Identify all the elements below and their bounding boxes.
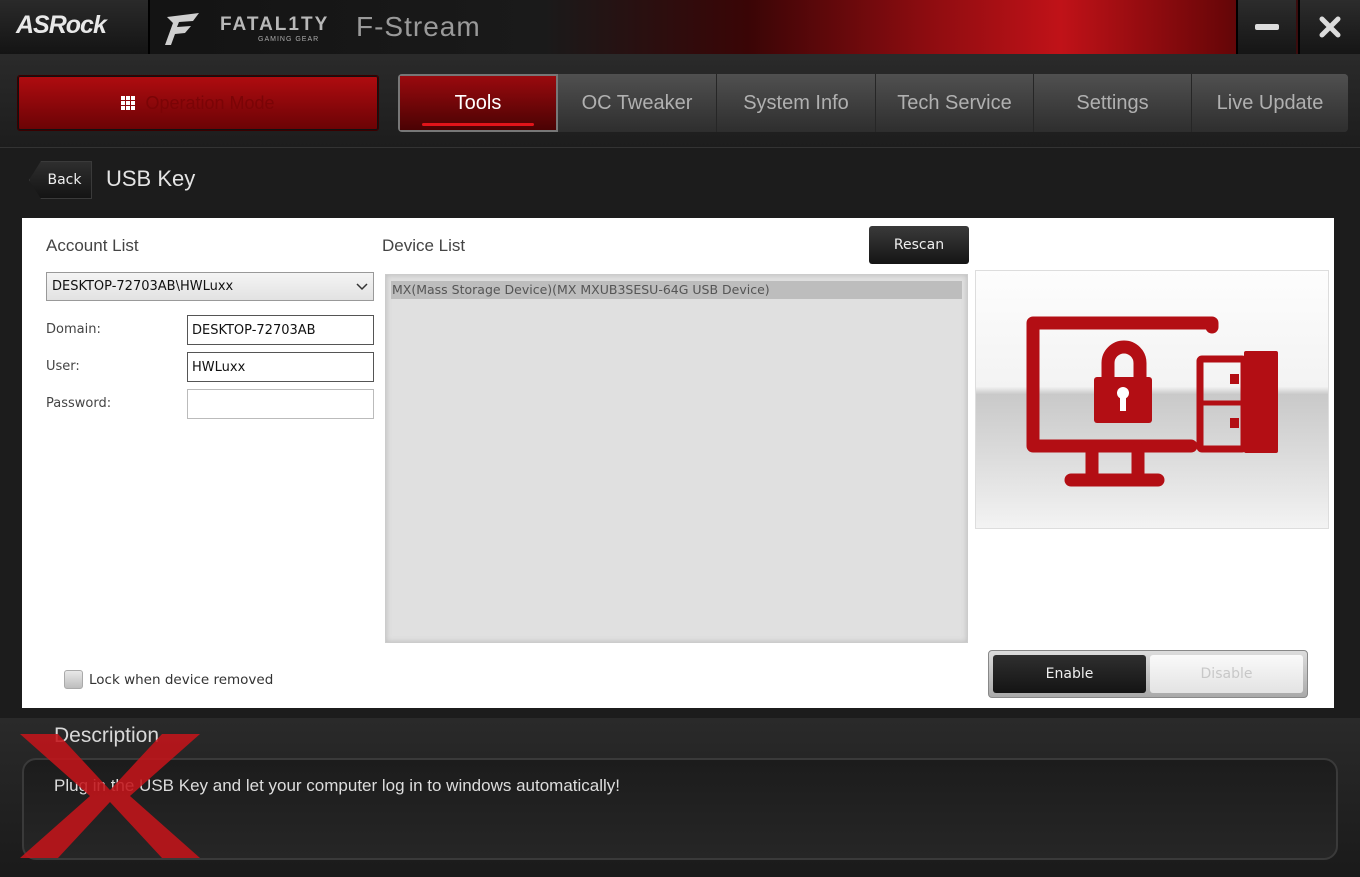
operation-mode-label: Operation Mode xyxy=(145,92,275,113)
user-field[interactable]: HWLuxx xyxy=(187,352,374,382)
fatal1ty-logo-icon xyxy=(165,13,199,45)
user-label: User: xyxy=(46,359,80,374)
tab-settings[interactable]: Settings xyxy=(1034,74,1192,132)
close-button[interactable] xyxy=(1298,0,1360,54)
fatal1ty-brand: FATAL1TY xyxy=(220,14,330,35)
asrock-logo-box: ASRock xyxy=(0,0,150,54)
password-label: Password: xyxy=(46,396,112,411)
back-button[interactable]: Back xyxy=(29,161,92,199)
rescan-button[interactable]: Rescan xyxy=(869,226,969,264)
device-list[interactable]: MX(Mass Storage Device)(MX MXUB3SESU-64G… xyxy=(385,274,968,643)
fatal1ty-subbrand: GAMING GEAR xyxy=(258,36,320,43)
minimize-button[interactable] xyxy=(1236,0,1296,54)
account-list-heading: Account List xyxy=(46,236,139,255)
watermark-logo xyxy=(20,734,200,858)
disable-button[interactable]: Disable xyxy=(1150,655,1303,693)
page-title: USB Key xyxy=(106,166,196,191)
enable-button[interactable]: Enable xyxy=(993,655,1146,693)
operation-mode-button[interactable]: Operation Mode xyxy=(17,75,379,131)
main-tabs: Tools OC Tweaker System Info Tech Servic… xyxy=(398,74,1348,132)
tab-system-info[interactable]: System Info xyxy=(717,74,876,132)
usb-key-panel: Account List DESKTOP-72703AB\HWLuxx Doma… xyxy=(22,218,1334,708)
enable-disable-toggle: Enable Disable xyxy=(988,650,1308,698)
account-select[interactable]: DESKTOP-72703AB\HWLuxx xyxy=(46,272,374,301)
lock-when-removed-label: Lock when device removed xyxy=(89,671,274,688)
minimize-icon xyxy=(1255,24,1279,30)
tab-tech-service[interactable]: Tech Service xyxy=(876,74,1034,132)
domain-field[interactable]: DESKTOP-72703AB xyxy=(187,315,374,345)
device-list-heading: Device List xyxy=(382,236,466,255)
tab-tools[interactable]: Tools xyxy=(398,74,558,132)
grid-icon xyxy=(121,96,136,110)
close-icon xyxy=(1319,16,1341,38)
chevron-down-icon xyxy=(356,282,368,290)
tab-live-update[interactable]: Live Update xyxy=(1192,74,1348,132)
account-select-value: DESKTOP-72703AB\HWLuxx xyxy=(52,279,234,294)
tab-oc-tweaker[interactable]: OC Tweaker xyxy=(558,74,717,132)
title-bar: ASRock FATAL1TY GAMING GEAR F-Stream xyxy=(0,0,1360,56)
password-field[interactable] xyxy=(187,389,374,419)
domain-label: Domain: xyxy=(46,322,101,337)
list-item[interactable]: MX(Mass Storage Device)(MX MXUB3SESU-64G… xyxy=(391,281,962,299)
description-box xyxy=(22,758,1338,860)
app-title: F-Stream xyxy=(356,11,481,42)
asrock-logo: ASRock xyxy=(16,11,107,39)
lock-when-removed-checkbox[interactable]: Lock when device removed xyxy=(64,670,273,689)
checkbox-box[interactable] xyxy=(64,670,83,689)
usb-lock-computer-icon xyxy=(1026,316,1278,487)
nav-bar: Operation Mode Tools OC Tweaker System I… xyxy=(0,56,1360,148)
usb-lock-illustration xyxy=(975,270,1329,529)
